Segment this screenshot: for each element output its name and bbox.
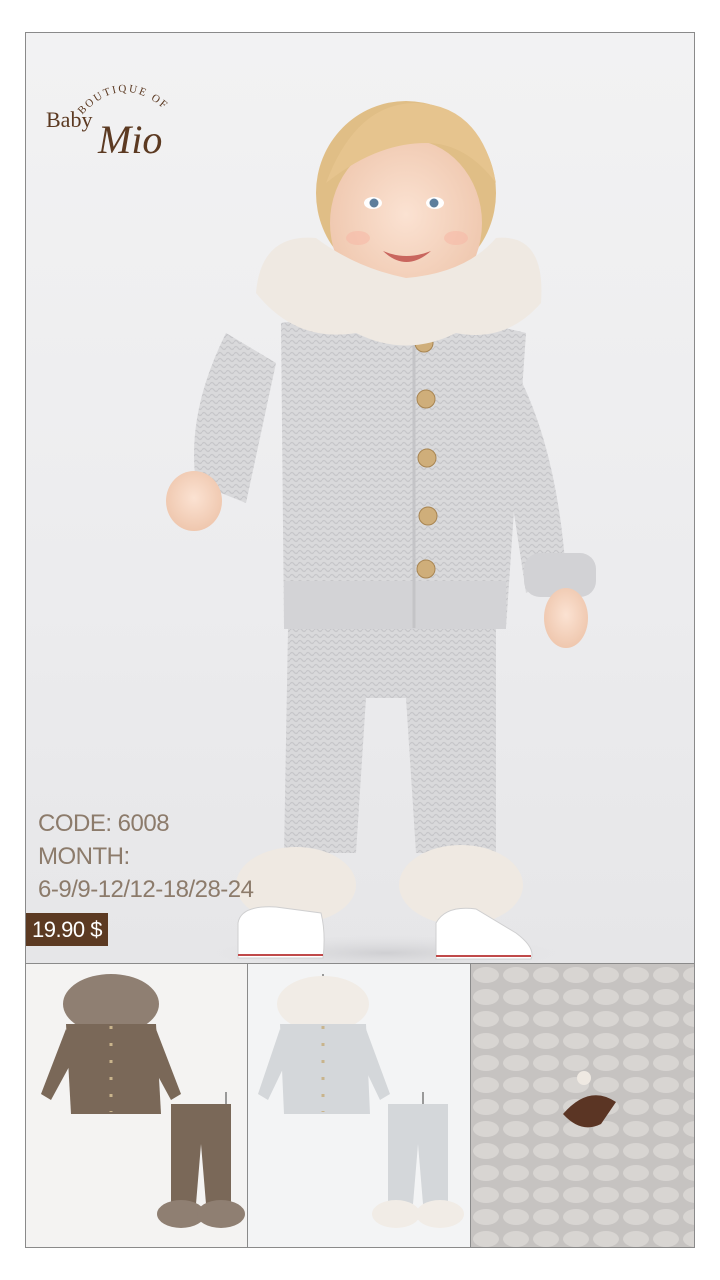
- product-info: CODE: 6008 MONTH: 6-9/9-12/12-18/28-24: [38, 807, 254, 906]
- thumbnail-brown-set[interactable]: [26, 964, 248, 1247]
- thumbnail-knit-texture[interactable]: [471, 964, 694, 1247]
- hero-photo: BOUTIQUE OF Baby Mio CODE: 6008 MONTH: 6…: [26, 33, 694, 963]
- product-card: BOUTIQUE OF Baby Mio CODE: 6008 MONTH: 6…: [25, 32, 695, 1248]
- logo-text-mio: Mio: [97, 117, 162, 162]
- brand-logo: BOUTIQUE OF Baby Mio: [46, 83, 169, 162]
- product-code: CODE: 6008: [38, 810, 170, 837]
- thumbnail-strip: [26, 963, 694, 1247]
- logo-text-baby: Baby: [46, 107, 92, 132]
- month-label: MONTH:: [38, 843, 130, 870]
- price-badge: 19.90 $: [26, 913, 108, 946]
- thumbnail-grey-set[interactable]: [248, 964, 471, 1247]
- size-range: 6-9/9-12/12-18/28-24: [38, 876, 254, 903]
